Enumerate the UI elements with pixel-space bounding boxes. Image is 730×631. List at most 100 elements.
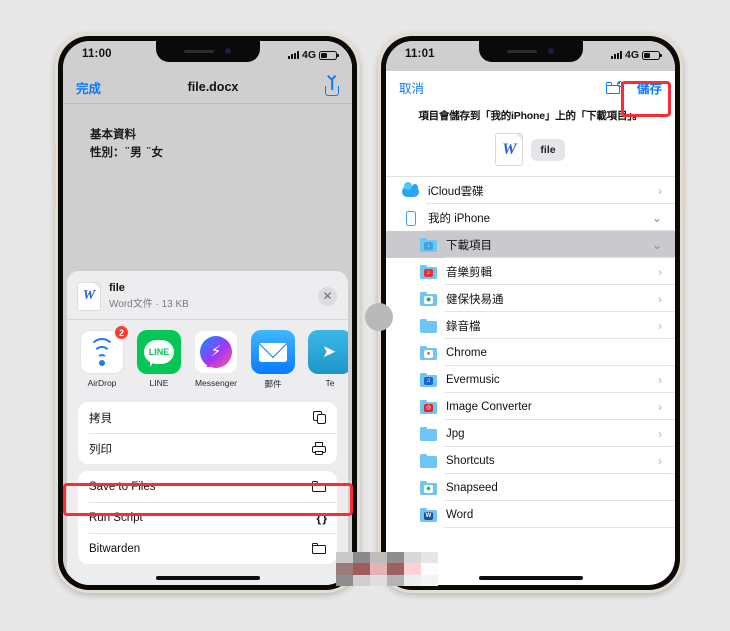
list-item-label: 我的 iPhone — [428, 212, 491, 225]
folder-music-icon: ♪ — [420, 264, 437, 279]
earpiece-speaker — [184, 49, 214, 53]
signal-bars-icon — [610, 51, 622, 59]
list-item-word[interactable]: W Word — [386, 501, 675, 528]
new-folder-icon[interactable] — [605, 81, 623, 94]
document-navbar: 完成 file.docx — [63, 71, 352, 104]
chevron-right-icon: › — [658, 183, 662, 198]
list-item-downloads[interactable]: ↓ 下載項目 ⌄ — [386, 231, 675, 258]
list-item-recordings[interactable]: 錄音檔 › — [386, 312, 675, 339]
share-actions-group-1: 拷貝 列印 — [78, 402, 337, 464]
action-print[interactable]: 列印 — [78, 433, 337, 464]
home-indicator[interactable] — [478, 576, 583, 580]
signal-bars-icon — [287, 51, 299, 59]
network-type-label: 4G — [301, 49, 316, 61]
file-name-chip: file — [531, 138, 565, 161]
copy-icon — [313, 411, 326, 424]
list-item-label: Shortcuts — [446, 454, 495, 467]
earpiece-speaker — [507, 49, 537, 53]
save-button[interactable]: 儲存 — [637, 78, 662, 97]
list-item-jpg[interactable]: Jpg › — [386, 420, 675, 447]
chevron-down-icon: ⌄ — [651, 210, 662, 225]
share-app-messenger[interactable]: ⚡ Messenger — [194, 330, 238, 390]
telegram-icon: ➤ — [308, 330, 348, 374]
notch — [155, 41, 260, 62]
list-item-icloud[interactable]: iCloud雲碟 › — [386, 177, 675, 204]
list-item-label: 下載項目 — [446, 239, 492, 252]
list-item-image-converter[interactable]: ◎ Image Converter › — [386, 393, 675, 420]
files-navbar-right: 儲存 — [605, 78, 662, 97]
list-item-nhi[interactable]: ◉ 健保快易通 › — [386, 285, 675, 312]
list-item-label: 健保快易通 — [446, 293, 504, 306]
share-app-label: Te — [325, 378, 335, 388]
home-indicator[interactable] — [155, 576, 260, 580]
decorative-circle — [365, 303, 393, 331]
list-item-evermusic[interactable]: ♫ Evermusic › — [386, 366, 675, 393]
action-save-to-files[interactable]: Save to Files — [78, 471, 337, 502]
list-item-shortcuts[interactable]: Shortcuts › — [386, 447, 675, 474]
braces-icon: { } — [316, 510, 327, 525]
share-app-telegram[interactable]: ➤ Te — [308, 330, 348, 390]
chevron-right-icon: › — [658, 372, 662, 387]
action-run-script[interactable]: Run Script { } — [78, 502, 337, 533]
share-app-mail[interactable]: 郵件 — [251, 330, 295, 390]
share-actions: 拷貝 列印 Save to Files Run Script {} Bitwa… — [67, 399, 348, 564]
action-bitwarden[interactable]: Bitwarden — [78, 533, 337, 564]
chevron-right-icon: › — [658, 318, 662, 333]
folder-icon — [420, 426, 437, 441]
chevron-right-icon: › — [658, 264, 662, 279]
left-phone-bezel: 11:00 4G 完成 file.docx 基本資料 性別：¨男 ¨女 W fi… — [58, 36, 357, 590]
left-status-bar: 11:00 4G — [63, 41, 352, 71]
airdrop-badge: 2 — [114, 325, 129, 340]
network-type-label: 4G — [624, 49, 639, 61]
screenshot-canvas: 11:00 4G 完成 file.docx 基本資料 性別：¨男 ¨女 W fi… — [0, 0, 730, 631]
list-item-label: Word — [446, 508, 474, 521]
right-status-bar: 11:01 4G — [386, 41, 675, 71]
share-app-label: Messenger — [194, 378, 238, 388]
list-item-music-edit[interactable]: ♪ 音樂剪輯 › — [386, 258, 675, 285]
folder-icon — [312, 481, 326, 492]
cancel-button[interactable]: 取消 — [399, 78, 424, 97]
folder-downloads-icon: ↓ — [420, 237, 437, 252]
folder-imageconverter-icon: ◎ — [420, 399, 437, 414]
list-item-my-iphone[interactable]: 我的 iPhone ⌄ — [386, 204, 675, 231]
document-line-2: 性別：¨男 ¨女 — [90, 144, 164, 159]
volume-down-button[interactable] — [53, 181, 56, 209]
folder-nhi-icon: ◉ — [420, 291, 437, 306]
action-copy[interactable]: 拷貝 — [78, 402, 337, 433]
mail-icon — [251, 330, 295, 374]
action-label: 列印 — [89, 443, 112, 456]
front-camera — [548, 48, 554, 54]
share-app-line[interactable]: LINE LINE — [137, 330, 181, 390]
share-sheet: W file Word文件 · 13 KB ✕ 2 AirDrop LINE L… — [67, 271, 348, 585]
chevron-right-icon: › — [658, 291, 662, 306]
document-title: file.docx — [187, 80, 239, 94]
folder-icon — [420, 453, 437, 468]
status-indicators: 4G — [287, 49, 339, 61]
list-item-chrome[interactable]: ● Chrome — [386, 339, 675, 366]
close-icon[interactable]: ✕ — [318, 286, 337, 306]
list-item-label: 音樂剪輯 — [446, 266, 492, 279]
folder-snapseed-icon: ◆ — [420, 480, 437, 495]
icloud-icon — [402, 182, 419, 198]
left-phone-device: 11:00 4G 完成 file.docx 基本資料 性別：¨男 ¨女 W fi… — [53, 33, 360, 593]
files-navbar: 取消 儲存 — [386, 71, 675, 104]
list-item-label: Jpg — [446, 427, 465, 440]
pixelated-watermark — [336, 552, 438, 586]
list-item-label: iCloud雲碟 — [428, 185, 484, 198]
share-sheet-header: W file Word文件 · 13 KB ✕ — [67, 277, 348, 320]
word-doc-icon: W — [496, 134, 523, 165]
done-button[interactable]: 完成 — [76, 78, 101, 97]
share-app-label: AirDrop — [87, 378, 117, 388]
share-icon[interactable] — [324, 78, 339, 96]
list-item-snapseed[interactable]: ◆ Snapseed — [386, 474, 675, 501]
chevron-right-icon: › — [658, 453, 662, 468]
status-indicators: 4G — [610, 49, 662, 61]
volume-up-button[interactable] — [53, 143, 56, 171]
share-app-label: 郵件 — [264, 379, 282, 389]
share-app-row: 2 AirDrop LINE LINE ⚡ Messenger 郵件 ➤ Te — [67, 320, 348, 399]
action-label: Bitwarden — [89, 542, 141, 555]
save-destination-subtitle: 項目會儲存到「我的iPhone」上的「下載項目」。 — [418, 110, 643, 122]
chevron-down-icon: ⌄ — [651, 237, 662, 252]
power-button[interactable] — [682, 168, 685, 208]
share-app-airdrop[interactable]: 2 AirDrop — [80, 325, 129, 390]
